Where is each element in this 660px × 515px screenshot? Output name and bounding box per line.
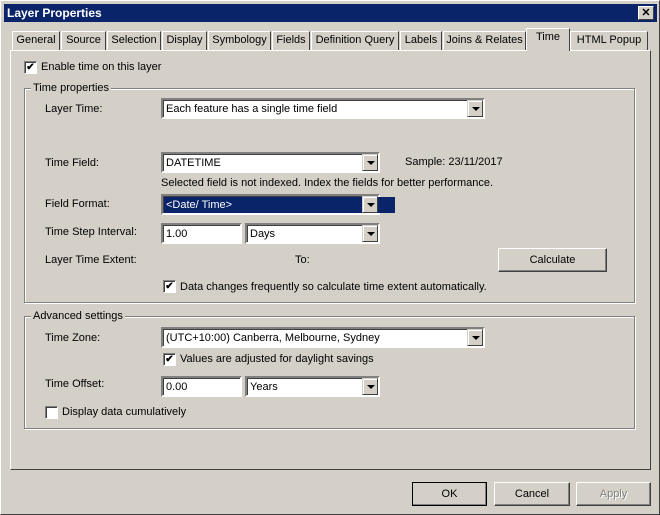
time-offset-unit-select[interactable]: Years [245, 376, 380, 397]
time-offset-input[interactable]: 0.00 [161, 376, 242, 397]
display-cumulative-label: Display data cumulatively [62, 406, 187, 418]
advanced-settings-title: Advanced settings [31, 310, 125, 322]
close-button[interactable]: ✕ [638, 6, 654, 20]
cancel-button[interactable]: Cancel [494, 482, 570, 506]
time-field-label: Time Field: [45, 157, 99, 169]
chevron-down-icon[interactable] [362, 378, 378, 395]
field-format-label: Field Format: [45, 198, 110, 210]
enable-time-checkbox[interactable]: ✔ [24, 61, 37, 74]
sample-text: Sample: 23/11/2017 [405, 156, 503, 168]
auto-calculate-checkbox[interactable]: ✔ [163, 280, 176, 293]
ok-button[interactable]: OK [412, 482, 487, 506]
daylight-savings-label: Values are adjusted for daylight savings [180, 353, 374, 365]
display-cumulative-checkbox[interactable] [45, 406, 58, 419]
index-note: Selected field is not indexed. Index the… [161, 177, 494, 189]
layer-time-select[interactable]: Each feature has a single time field [161, 98, 485, 119]
time-step-unit-select[interactable]: Days [245, 223, 380, 244]
layer-time-label: Layer Time: [45, 103, 103, 115]
to-label: To: [295, 254, 310, 266]
window-title: Layer Properties [7, 6, 102, 20]
tab-fields[interactable]: Fields [272, 31, 310, 50]
chevron-down-icon[interactable] [467, 100, 483, 117]
daylight-savings-checkbox[interactable]: ✔ [163, 353, 176, 366]
tab-symbology[interactable]: Symbology [208, 31, 271, 50]
time-step-interval-label: Time Step Interval: [45, 226, 137, 238]
tab-time[interactable]: Time [526, 28, 570, 51]
time-step-interval-input[interactable]: 1.00 [161, 223, 242, 244]
chevron-down-icon[interactable] [362, 196, 378, 213]
field-format-select[interactable]: <Date/ Time> [161, 194, 395, 215]
auto-calculate-label: Data changes frequently so calculate tim… [180, 281, 487, 293]
apply-button[interactable]: Apply [576, 482, 651, 506]
time-zone-select[interactable]: (UTC+10:00) Canberra, Melbourne, Sydney [161, 327, 485, 348]
time-field-select[interactable]: DATETIME [161, 152, 380, 173]
tab-display[interactable]: Display [162, 31, 207, 50]
time-zone-label: Time Zone: [45, 332, 101, 344]
tab-joins-relates[interactable]: Joins & Relates [443, 31, 526, 50]
tab-html-popup[interactable]: HTML Popup [570, 31, 648, 50]
chevron-down-icon[interactable] [362, 225, 378, 242]
chevron-down-icon[interactable] [362, 154, 378, 171]
layer-time-extent-label: Layer Time Extent: [45, 254, 137, 266]
calculate-button[interactable]: Calculate [498, 248, 607, 272]
time-properties-title: Time properties [31, 82, 112, 94]
enable-time-label: Enable time on this layer [41, 61, 162, 73]
tab-general[interactable]: General [12, 31, 60, 50]
title-bar: Layer Properties ✕ [4, 4, 657, 22]
tab-selection[interactable]: Selection [107, 31, 161, 50]
tab-labels[interactable]: Labels [400, 31, 442, 50]
time-offset-label: Time Offset: [45, 378, 105, 390]
chevron-down-icon[interactable] [467, 329, 483, 346]
tab-definition-query[interactable]: Definition Query [311, 31, 399, 50]
tab-source[interactable]: Source [61, 31, 106, 50]
